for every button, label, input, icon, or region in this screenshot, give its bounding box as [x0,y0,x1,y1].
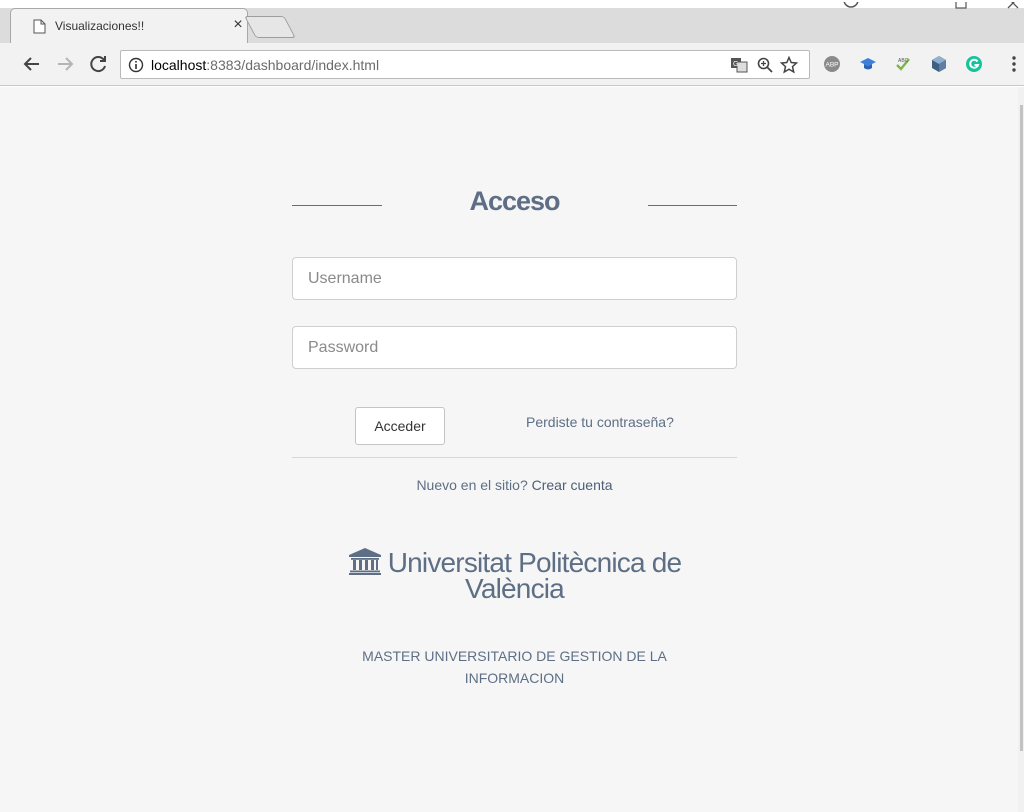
program-line2: INFORMACION [464,670,565,686]
address-bar[interactable]: localhost:8383/dashboard/index.html G [120,50,810,79]
cube-icon[interactable] [930,55,948,73]
svg-text:ABC: ABC [898,58,909,64]
heading-line-right [648,205,737,206]
scrollbar-thumb[interactable] [1020,105,1023,751]
zoom-icon[interactable] [756,56,774,74]
reload-icon[interactable] [86,52,110,76]
heading-row: Acceso [292,186,737,226]
back-arrow-icon[interactable] [20,52,44,76]
maximize-window-icon[interactable] [954,0,968,10]
signup-row: Nuevo en el sitio? Crear cuenta [292,477,737,493]
tab-title: Visualizaciones!! [55,19,145,33]
svg-text:ABP: ABP [826,62,839,69]
url-text[interactable]: localhost:8383/dashboard/index.html [151,57,379,73]
forward-arrow-icon[interactable] [53,52,77,76]
page-icon [33,19,46,34]
graduation-cap-icon[interactable] [859,55,877,73]
browser-tab[interactable]: Visualizaciones!! × [10,8,248,43]
university-logo: Universitat Politècnica de València [292,547,737,604]
university-name-line1: Universitat Politècnica de [292,547,737,577]
program-name: MASTER UNIVERSITARIO DE GESTION DE LA IN… [292,645,737,689]
minimize-window-icon[interactable] [842,0,860,10]
adblock-icon[interactable]: ABP [823,55,841,73]
url-host: localhost [151,57,207,73]
signup-prompt: Nuevo en el sitio? [416,477,528,493]
divider [292,457,737,458]
info-icon[interactable] [128,57,144,73]
translate-icon[interactable]: G [730,56,748,74]
close-window-icon[interactable] [1006,0,1020,10]
svg-text:G: G [733,61,738,68]
browser-toolbar: localhost:8383/dashboard/index.html G AB… [0,43,1024,86]
username-input[interactable] [292,257,737,300]
page-content: Acceso Acceder Perdiste tu contraseña? N… [0,87,1018,812]
star-icon[interactable] [780,56,798,74]
login-button[interactable]: Acceder [355,407,445,445]
program-line1: MASTER UNIVERSITARIO DE GESTION DE LA [362,648,667,664]
password-input[interactable] [292,326,737,369]
page-scrollbar[interactable] [1018,87,1024,812]
url-path: :8383/dashboard/index.html [206,57,380,73]
menu-dots-icon[interactable] [1005,55,1023,73]
create-account-link[interactable]: Crear cuenta [532,477,613,493]
grammarly-icon[interactable] [965,55,983,73]
spellcheck-icon[interactable]: ABC [894,55,912,73]
page-title: Acceso [469,186,560,216]
university-name-line2: València [465,573,565,604]
forgot-password-link[interactable]: Perdiste tu contraseña? [526,414,674,430]
tab-strip: Visualizaciones!! × [0,0,1024,43]
university-icon [348,548,381,575]
